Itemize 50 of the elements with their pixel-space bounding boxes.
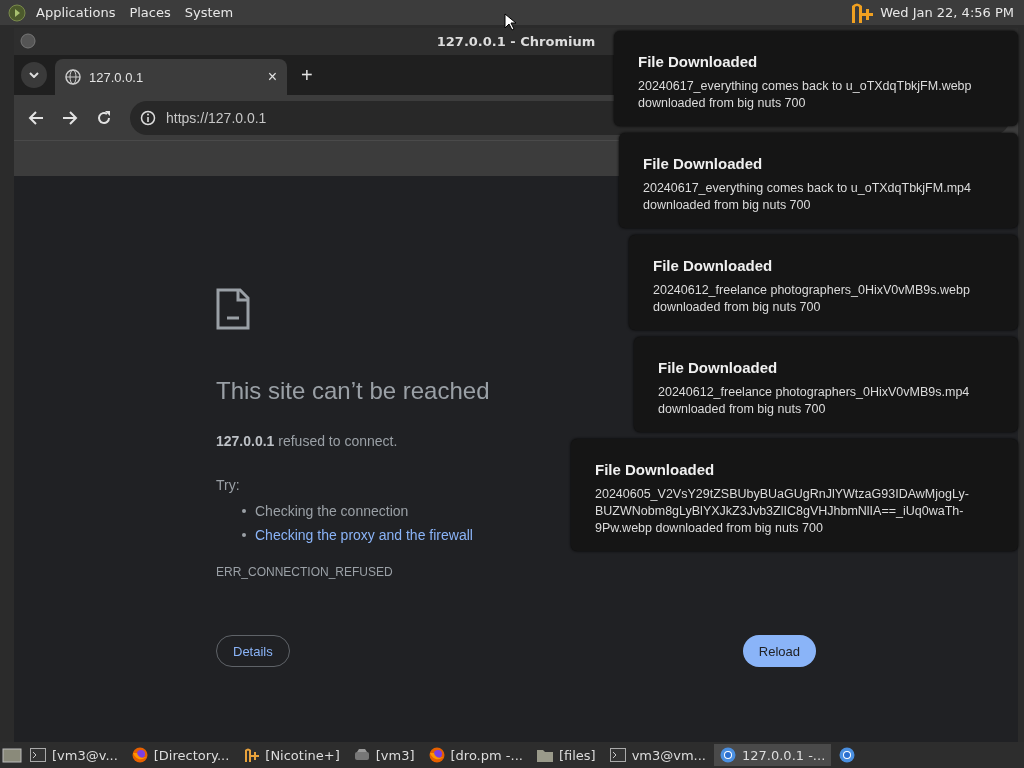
notification-title: File Downloaded — [658, 359, 779, 376]
bullet-icon — [242, 509, 246, 513]
notification-title: File Downloaded — [653, 257, 774, 274]
suggestion-link[interactable]: Checking the proxy and the firewall — [255, 527, 473, 543]
error-message: 127.0.0.1 refused to connect. — [216, 433, 399, 449]
notification-body: 20240605_V2VsY29tZSBUbyBUaGUgRnJlYWtzaG93IDAwMjogLy-BUZWNobm8gLyBlYXJkZ3Jvb3ZlIC8gVHJhbmNlIA==_iUq0waTh-9Pw.webp downloaded from big nuts 700 — [595, 486, 970, 537]
tab-search-button[interactable] — [21, 62, 47, 88]
globe-icon — [65, 69, 81, 85]
nicotine-icon[interactable] — [850, 1, 875, 24]
notification-body: 20240612_freelance photographers_0HixV0vMB9s.mp4 downloaded from big nuts 700 — [658, 384, 971, 418]
panel-menu[interactable]: Places — [125, 5, 175, 20]
error-code: ERR_CONNECTION_REFUSED — [216, 565, 394, 579]
notification-body: 20240612_freelance photographers_0HixV0vMB9s.webp downloaded from big nuts 700 — [653, 282, 971, 316]
info-icon[interactable] — [140, 109, 156, 126]
panel-menu[interactable]: Applications — [32, 5, 120, 20]
panel-menu[interactable]: System — [180, 5, 238, 20]
mouse-cursor-icon — [504, 13, 516, 31]
bullet-icon — [242, 533, 246, 537]
back-icon[interactable] — [28, 109, 44, 126]
browser-tab[interactable]: 127.0.0.1 × — [55, 59, 287, 95]
folder-icon — [536, 748, 553, 762]
drive-icon — [353, 748, 370, 762]
chromium-icon — [720, 747, 736, 763]
notification-title: File Downloaded — [638, 53, 759, 70]
reload-button[interactable]: Reload — [742, 635, 816, 667]
notification-title: File Downloaded — [595, 461, 716, 478]
notification-body: 20240617_everything comes back to u_oTXdqTbkjFM.mp4 downloaded from big nuts 700 — [643, 180, 972, 214]
window-menu-icon[interactable] — [20, 33, 36, 49]
suggestion-text: Checking the connection — [255, 503, 409, 519]
window-title: 127.0.0.1 - Chromium — [436, 34, 596, 49]
try-label: Try: — [216, 477, 240, 493]
clock[interactable]: Wed Jan 22, 4:56 PM — [880, 5, 1014, 20]
taskbar-item[interactable]: 127.0.0.1 -... — [714, 744, 832, 766]
caret-icon — [29, 72, 39, 78]
new-tab-button[interactable]: + — [295, 63, 319, 87]
fox-globe-icon — [428, 747, 445, 763]
tab-title: 127.0.0.1 — [89, 69, 145, 85]
nicotine-icon — [243, 747, 260, 763]
reload-icon[interactable] — [96, 109, 112, 126]
gnome-foot-icon[interactable] — [8, 3, 26, 22]
sad-page-icon — [216, 288, 250, 330]
error-heading: This site can’t be reached — [216, 377, 490, 405]
close-tab-button[interactable]: × — [267, 68, 277, 86]
notification-title: File Downloaded — [643, 155, 764, 172]
chromium-icon — [839, 747, 856, 763]
fox-globe-icon — [131, 747, 148, 763]
terminal-icon — [30, 748, 46, 762]
show-desktop-icon[interactable] — [2, 746, 22, 764]
terminal-icon — [609, 748, 626, 762]
forward-icon[interactable] — [62, 109, 78, 126]
